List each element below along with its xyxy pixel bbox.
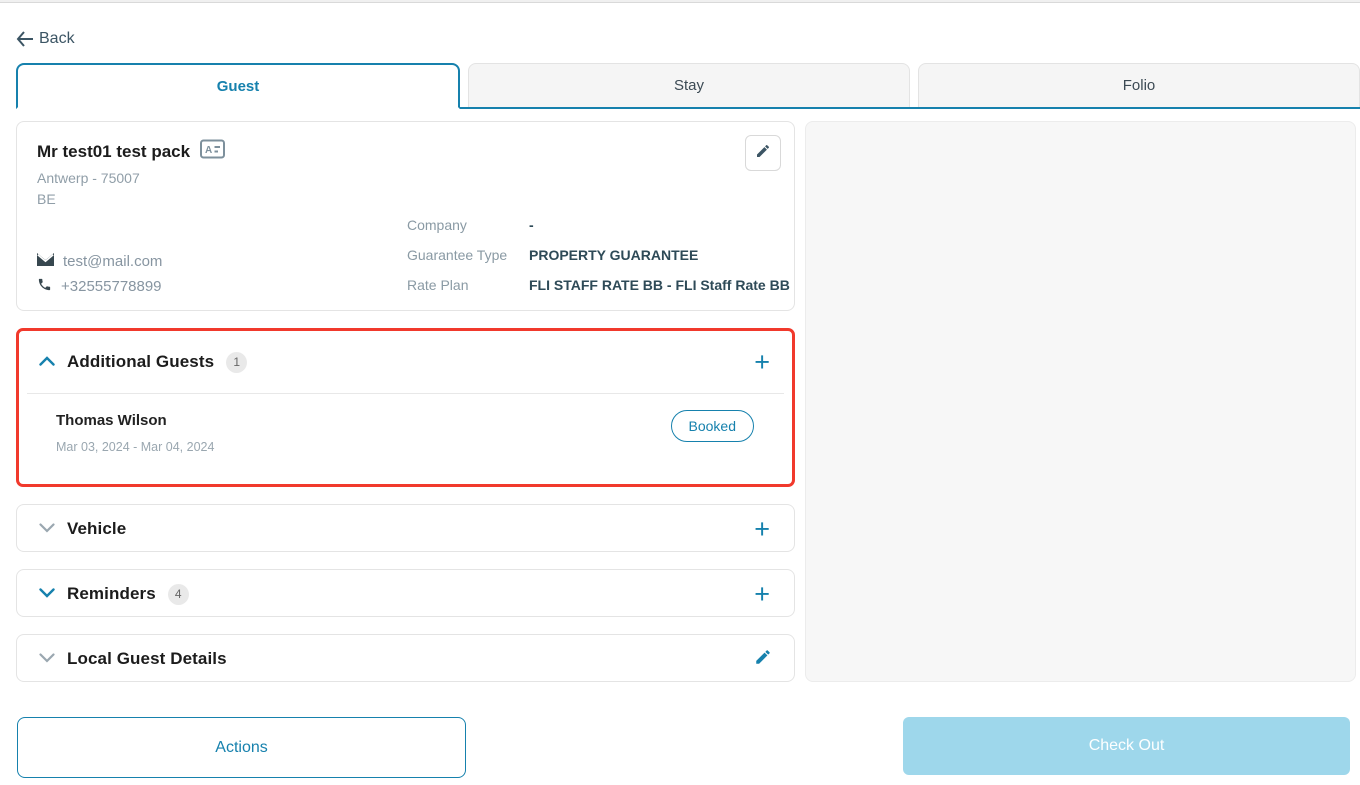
- additional-guests-title: Additional Guests: [67, 352, 214, 372]
- phone-icon: [37, 277, 52, 296]
- guest-phone: +32555778899: [61, 278, 162, 295]
- chevron-down-icon[interactable]: [39, 585, 55, 603]
- field-company: Company -: [407, 215, 790, 235]
- status-badge[interactable]: Booked: [671, 410, 754, 442]
- reminders-header[interactable]: Reminders 4 +: [17, 570, 794, 618]
- contact-card-icon: A: [200, 139, 225, 164]
- tab-guest[interactable]: Guest: [16, 63, 460, 109]
- add-reminder-button[interactable]: +: [752, 581, 772, 608]
- reminders-title: Reminders: [67, 584, 156, 604]
- footer-bar: Actions Check Out: [0, 682, 1360, 785]
- vehicle-title: Vehicle: [67, 519, 126, 539]
- field-guarantee-type: Guarantee Type PROPERTY GUARANTEE: [407, 245, 790, 265]
- guest-address-city: Antwerp - 75007: [37, 170, 140, 186]
- back-button[interactable]: Back: [16, 30, 75, 48]
- vehicle-card: Vehicle +: [16, 504, 795, 552]
- field-guarantee-type-value: PROPERTY GUARANTEE: [529, 245, 698, 265]
- check-out-button[interactable]: Check Out: [903, 717, 1350, 775]
- main-content: Mr test01 test pack A Antwerp - 75007 BE: [0, 111, 1360, 682]
- additional-guest-dates: Mar 03, 2024 - Mar 04, 2024: [56, 440, 214, 454]
- chevron-up-icon[interactable]: [39, 353, 55, 371]
- vehicle-header[interactable]: Vehicle +: [17, 505, 794, 553]
- local-guest-details-card: Local Guest Details: [16, 634, 795, 682]
- email-icon: [37, 253, 54, 270]
- guest-email-row: test@mail.com: [37, 253, 162, 270]
- field-company-label: Company: [407, 215, 529, 235]
- local-guest-details-title: Local Guest Details: [67, 649, 227, 669]
- additional-guests-card: Additional Guests 1 + Thomas Wilson Mar …: [16, 328, 795, 487]
- guest-detail-page: Back Guest Stay Folio Mr test01 test pac…: [0, 0, 1360, 785]
- tab-stay[interactable]: Stay: [468, 63, 910, 107]
- tab-stay-label: Stay: [674, 77, 704, 94]
- add-additional-guest-button[interactable]: +: [752, 349, 772, 376]
- field-rate-plan-label: Rate Plan: [407, 275, 529, 295]
- edit-guest-button[interactable]: [745, 135, 781, 171]
- guest-name: Mr test01 test pack: [37, 142, 190, 162]
- edit-local-guest-details-button[interactable]: [754, 648, 772, 671]
- tab-folio-label: Folio: [1123, 77, 1156, 94]
- svg-text:A: A: [205, 145, 212, 156]
- tab-folio[interactable]: Folio: [918, 63, 1360, 107]
- window-top-edge: [0, 0, 1360, 3]
- back-arrow-icon: [16, 31, 34, 47]
- guest-info-card: Mr test01 test pack A Antwerp - 75007 BE: [16, 121, 795, 311]
- tab-bar: Guest Stay Folio: [16, 63, 1360, 109]
- guest-column: Mr test01 test pack A Antwerp - 75007 BE: [16, 121, 795, 682]
- tab-guest-label: Guest: [217, 78, 260, 95]
- guest-email: test@mail.com: [63, 253, 162, 270]
- additional-guest-row[interactable]: Thomas Wilson Mar 03, 2024 - Mar 04, 202…: [19, 394, 792, 486]
- actions-button[interactable]: Actions: [17, 717, 466, 778]
- additional-guest-name: Thomas Wilson: [56, 412, 167, 429]
- field-company-value: -: [529, 215, 534, 235]
- additional-guests-count-badge: 1: [226, 352, 247, 373]
- guest-contact-block: test@mail.com +32555778899: [37, 253, 162, 296]
- additional-guests-header[interactable]: Additional Guests 1 +: [19, 331, 792, 393]
- reservation-fields: Company - Guarantee Type PROPERTY GUARAN…: [407, 215, 790, 295]
- local-guest-details-header[interactable]: Local Guest Details: [17, 635, 794, 682]
- add-vehicle-button[interactable]: +: [752, 516, 772, 543]
- chevron-down-icon[interactable]: [39, 520, 55, 538]
- pencil-icon: [754, 648, 772, 671]
- guest-address-country: BE: [37, 191, 56, 207]
- reminders-count-badge: 4: [168, 584, 189, 605]
- field-guarantee-type-label: Guarantee Type: [407, 245, 529, 265]
- detail-side-panel: [805, 121, 1356, 682]
- field-rate-plan-value: FLI STAFF RATE BB - FLI Staff Rate BB: [529, 275, 790, 295]
- guest-phone-row: +32555778899: [37, 277, 162, 296]
- field-rate-plan: Rate Plan FLI STAFF RATE BB - FLI Staff …: [407, 275, 790, 295]
- pencil-icon: [755, 143, 771, 164]
- back-label: Back: [39, 30, 75, 48]
- chevron-down-icon[interactable]: [39, 650, 55, 668]
- reminders-card: Reminders 4 +: [16, 569, 795, 617]
